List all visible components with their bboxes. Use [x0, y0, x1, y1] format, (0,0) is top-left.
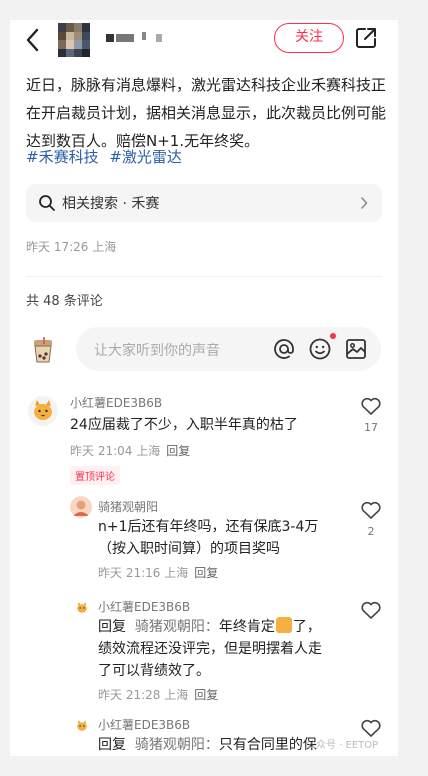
cat-avatar-icon[interactable]: [74, 600, 90, 616]
like-count: 17: [364, 421, 378, 434]
comment-text-line: n+1后还有年终吗，还有保底3-4万: [98, 519, 319, 535]
post-detail-screen: 关注 近日，脉脉有消息爆料，激光雷达科技企业禾赛科技正在开启裁员计划，据相关消息…: [10, 20, 398, 756]
back-arrow-icon[interactable]: [22, 26, 44, 54]
comment-meta: 昨天 21:28 上海 回复: [98, 686, 218, 703]
post-timestamp: 昨天 17:26 上海: [26, 240, 117, 254]
emoji-icon[interactable]: [308, 337, 332, 361]
comment-input-placeholder: 让大家听到你的声音: [94, 343, 220, 359]
comment-meta: 昨天 21:04 上海 回复: [70, 442, 190, 459]
pinned-badge: 置顶评论: [70, 466, 120, 485]
related-search-label: 相关搜索 · 禾赛: [62, 196, 160, 212]
reply-item: 小红薯EDE3B6B 回复 骑猪观朝阳：年终肯定 了， 绩效流程还没评完，但是明摆…: [10, 596, 398, 706]
divider: [26, 276, 382, 277]
reply-button[interactable]: 回复: [194, 566, 218, 580]
user-avatar-icon[interactable]: [70, 496, 92, 518]
heart-icon[interactable]: [360, 500, 382, 520]
comment-text-line: （按入职时间算）的项目奖吗: [98, 541, 280, 557]
heart-icon[interactable]: [360, 600, 382, 620]
comment-text-line: 年终肯定: [218, 619, 275, 635]
comment-text-line: 只有合同里的保: [218, 737, 317, 753]
comment-count: 共 48 条评论: [26, 294, 103, 309]
reply-prefix: 回复: [98, 619, 126, 635]
comment-time: 昨天 21:28 上海: [98, 688, 189, 702]
heart-icon[interactable]: [360, 396, 382, 416]
cat-avatar-icon[interactable]: [28, 396, 58, 426]
emoji-icon: [275, 617, 292, 633]
comment-text-line: 绩效流程还没评完，但是明摆着人走: [98, 641, 322, 657]
mention-icon[interactable]: [272, 337, 296, 361]
comment-item: 小红薯EDE3B6B 24应届裁了不少，入职半年真的枯了 昨天 21:04 上海…: [10, 388, 398, 488]
my-avatar-icon: [34, 337, 52, 363]
comment-text: n+1后还有年终吗，还有保底3-4万 （按入职时间算）的项目奖吗: [98, 516, 358, 560]
like-count: 2: [367, 525, 375, 538]
comment-text: 24应届裁了不少，入职半年真的枯了: [70, 417, 298, 433]
comment-time: 昨天 21:16 上海: [98, 566, 189, 580]
top-bar: 关注: [10, 20, 398, 60]
comment-text: 回复 骑猪观朝阳：年终肯定 了， 绩效流程还没评完，但是明摆着人走 了可以背绩效了…: [98, 616, 360, 682]
reply-prefix: 回复: [98, 737, 126, 753]
author-name-obscured[interactable]: [106, 32, 162, 42]
reply-target[interactable]: 骑猪观朝阳：: [135, 619, 219, 635]
reply-item: 骑猪观朝阳 n+1后还有年终吗，还有保底3-4万 （按入职时间算）的项目奖吗 昨…: [10, 494, 398, 584]
reply-button[interactable]: 回复: [166, 444, 190, 458]
comment-input[interactable]: 让大家听到你的声音: [76, 327, 381, 371]
notification-dot: [330, 333, 336, 339]
tag-link[interactable]: #禾赛科技: [26, 148, 99, 166]
post-tags: #禾赛科技 #激光雷达: [26, 143, 188, 171]
cat-avatar-icon[interactable]: [74, 718, 90, 734]
image-icon[interactable]: [344, 337, 368, 361]
comment-author[interactable]: 小红薯EDE3B6B: [98, 598, 190, 615]
comment-time: 昨天 21:04 上海: [70, 444, 161, 458]
reply-button[interactable]: 回复: [194, 688, 218, 702]
comment-meta: 昨天 21:16 上海 回复: [98, 564, 218, 581]
related-search-bar[interactable]: 相关搜索 · 禾赛: [26, 184, 382, 222]
comment-text-line: 了可以背绩效了。: [98, 663, 210, 679]
comment-author[interactable]: 骑猪观朝阳: [98, 498, 158, 515]
share-icon[interactable]: [354, 26, 378, 50]
watermark: 公众号 · EETOP: [306, 740, 379, 751]
heart-icon[interactable]: [360, 718, 382, 738]
author-avatar[interactable]: [58, 23, 90, 57]
comment-author[interactable]: 小红薯EDE3B6B: [70, 394, 162, 411]
search-icon: [39, 195, 55, 211]
chevron-right-icon: [361, 197, 368, 209]
comment-text-line: 了，: [292, 619, 321, 635]
tag-link[interactable]: #激光雷达: [109, 148, 182, 166]
reply-target[interactable]: 骑猪观朝阳：: [135, 737, 219, 753]
comment-author[interactable]: 小红薯EDE3B6B: [98, 716, 190, 733]
follow-button[interactable]: 关注: [274, 23, 344, 53]
